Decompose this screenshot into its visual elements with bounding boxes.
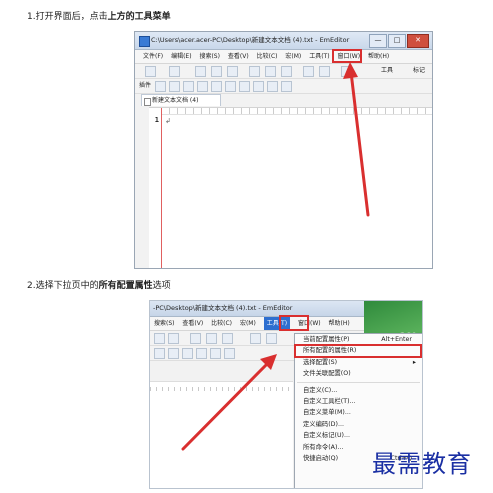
annotation-arrows (181, 62, 370, 451)
watermark: 最需教育 (372, 450, 472, 478)
arrow-head-1 (343, 62, 358, 79)
arrow-to-all-config (181, 360, 271, 451)
arrow-to-tools-menu (349, 70, 370, 217)
